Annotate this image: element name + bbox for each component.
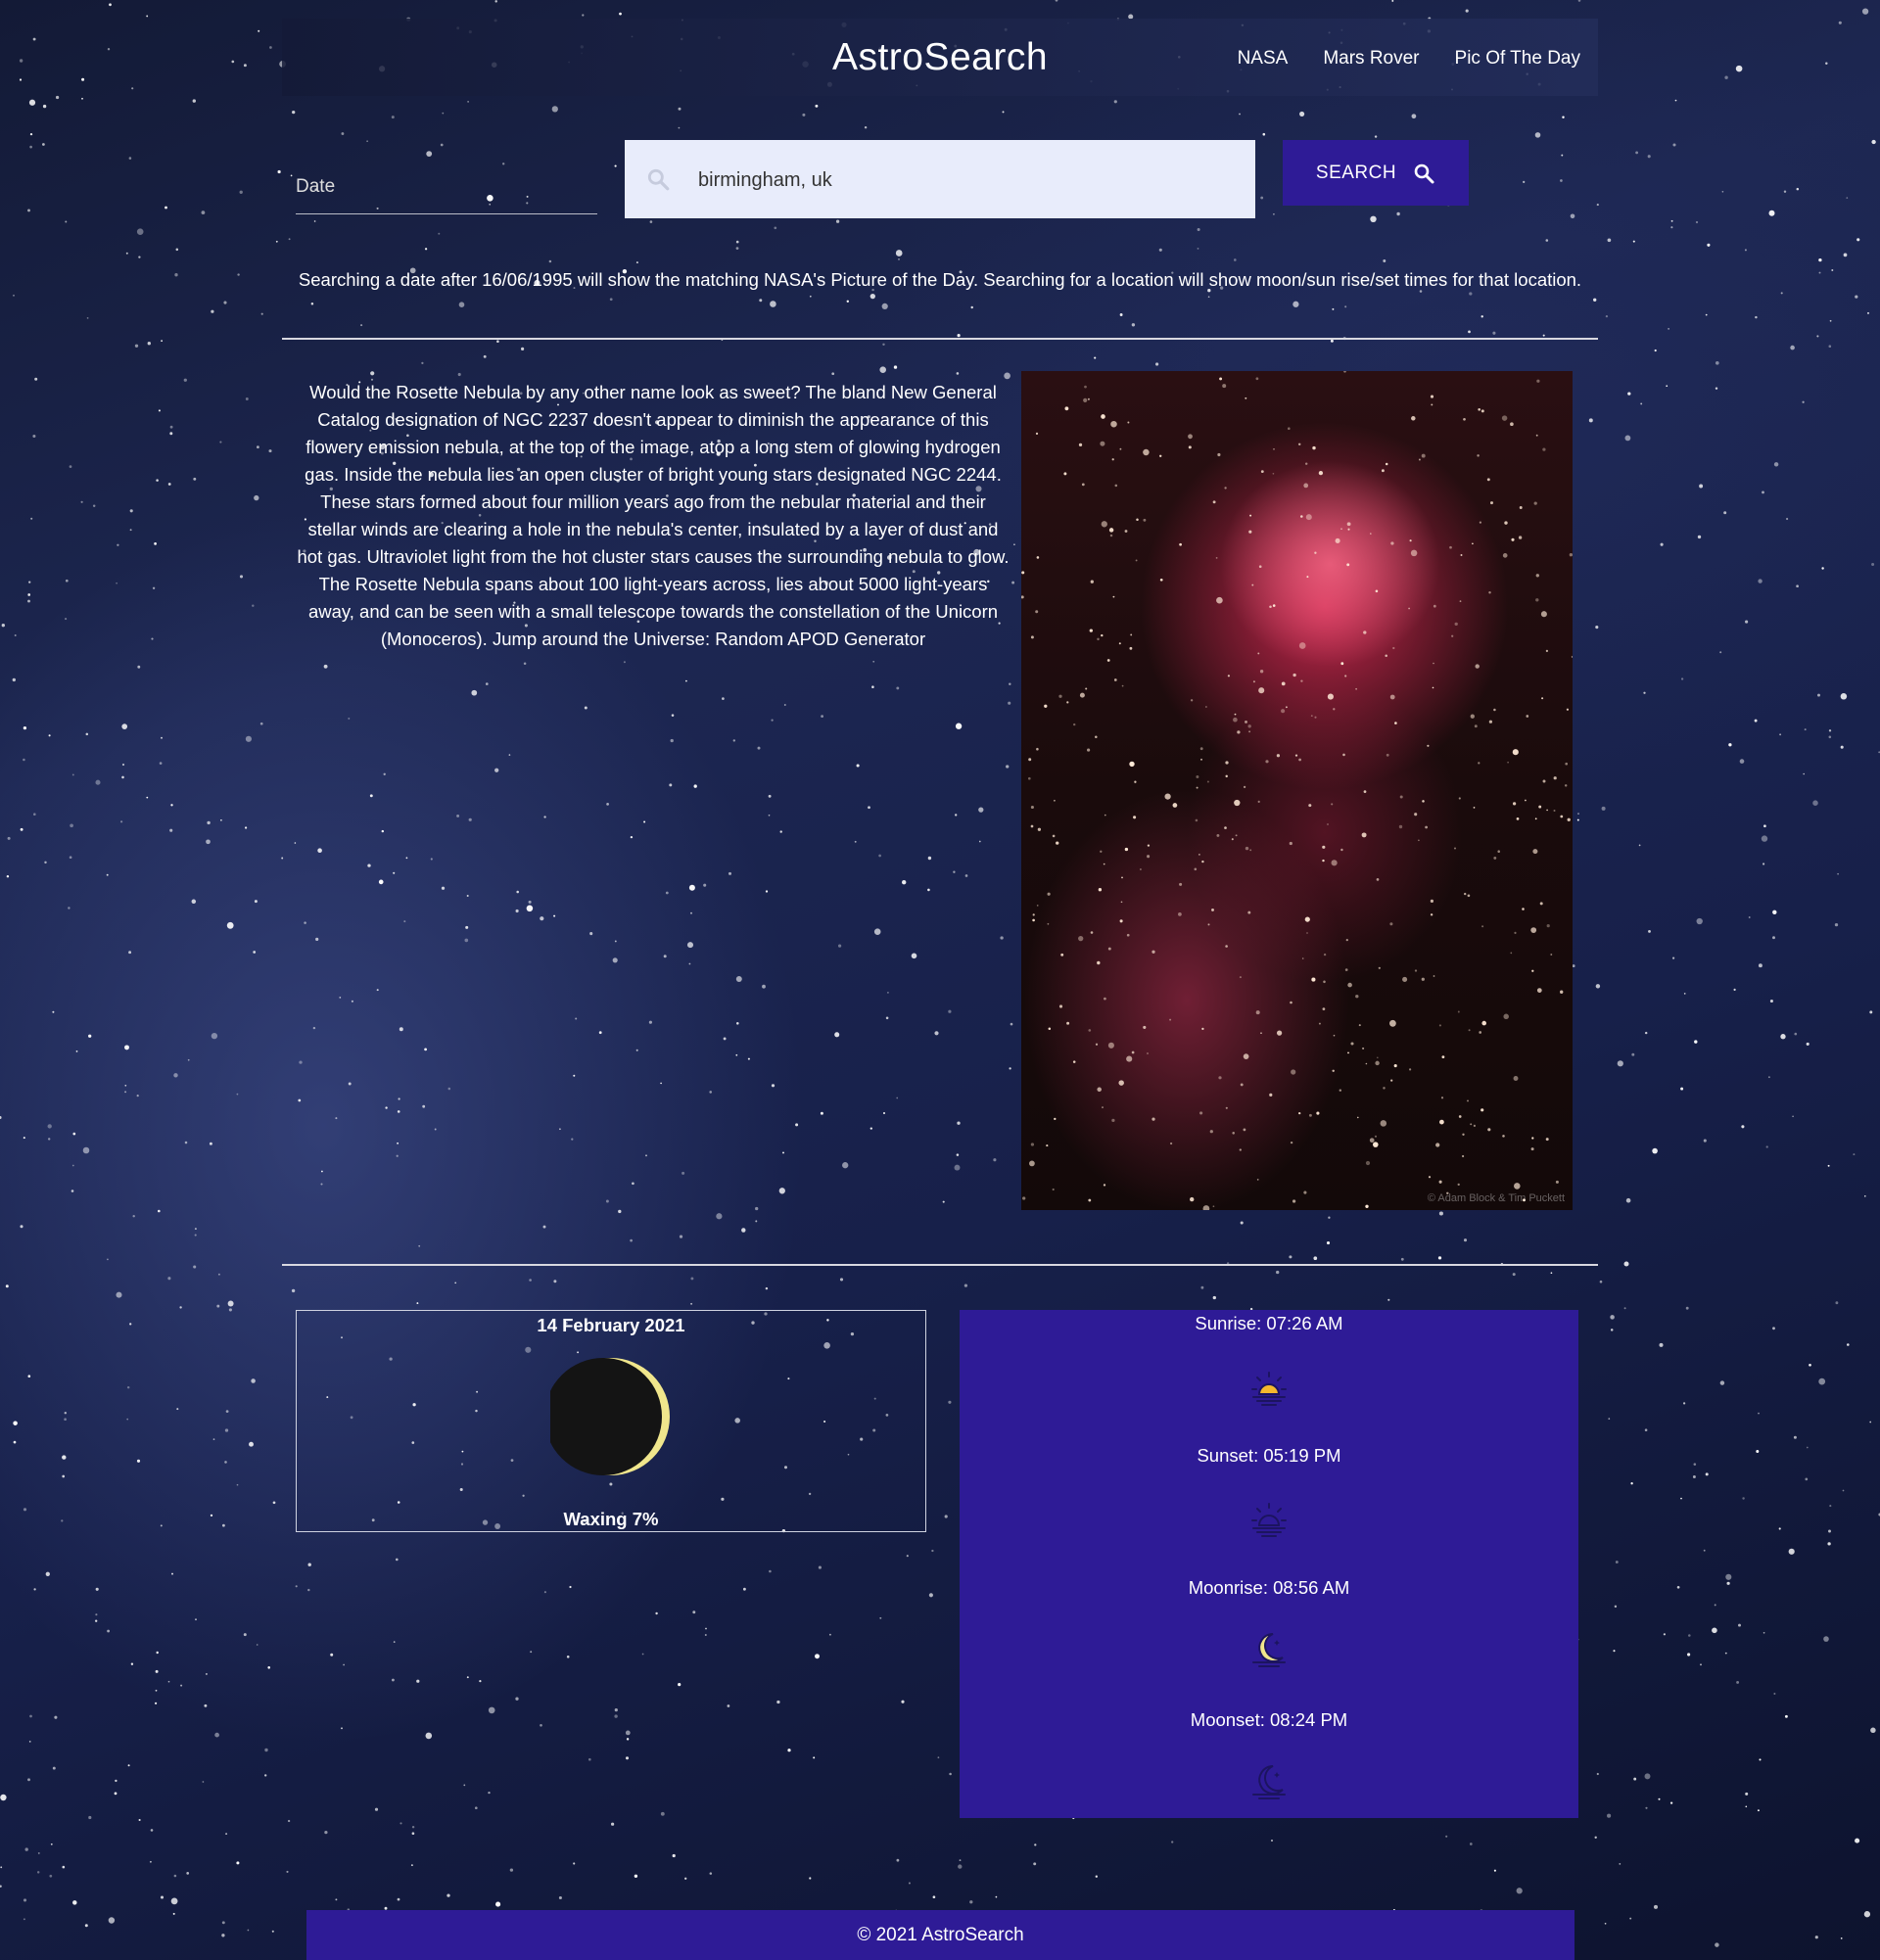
moonset-time: Moonset: 08:24 PM: [1190, 1709, 1348, 1730]
date-placeholder: Date: [296, 176, 336, 197]
nav-link-pic-of-the-day[interactable]: Pic Of The Day: [1455, 48, 1580, 70]
apod-image: © Adam Block & Tim Puckett: [1021, 371, 1573, 1210]
moonrise-icon: [1252, 1633, 1286, 1667]
search-button[interactable]: SEARCH: [1283, 140, 1469, 206]
moonset-icon: [1252, 1765, 1286, 1799]
site-footer: © 2021 AstroSearch: [306, 1910, 1574, 1960]
apod-image-credit: © Adam Block & Tim Puckett: [1427, 1192, 1565, 1204]
sunrise-time: Sunrise: 07:26 AM: [1195, 1313, 1343, 1333]
moon-phase-icon: [550, 1358, 670, 1475]
sunset-icon: [1251, 1503, 1287, 1537]
sunrise-icon: [1251, 1372, 1287, 1406]
divider: [282, 1264, 1598, 1266]
moon-date: 14 February 2021: [537, 1315, 685, 1335]
location-search-input[interactable]: birmingham, uk: [625, 140, 1255, 218]
starfield-background: [0, 0, 1880, 1959]
nebula-starfield: [1021, 371, 1573, 1210]
search-icon: [1414, 163, 1434, 183]
search-help-text: Searching a date after 16/06/1995 will s…: [298, 269, 1582, 290]
date-input[interactable]: Date: [296, 172, 597, 214]
search-button-label: SEARCH: [1315, 162, 1397, 183]
nav-link-nasa[interactable]: NASA: [1238, 48, 1289, 70]
moon-phase-card: 14 February 2021 Waxing 7%: [296, 1310, 926, 1532]
divider: [282, 338, 1598, 340]
moon-phase-label: Waxing 7%: [563, 1509, 659, 1529]
sun-moon-times-panel: Sunrise: 07:26 AM Sunset: 05:19 PM Moonr…: [960, 1310, 1578, 1818]
location-value: birmingham, uk: [698, 169, 832, 191]
moonrise-time: Moonrise: 08:56 AM: [1188, 1577, 1350, 1598]
sunset-time: Sunset: 05:19 PM: [1197, 1445, 1341, 1466]
search-icon: [647, 168, 670, 191]
site-header: AstroSearch NASA Mars Rover Pic Of The D…: [282, 19, 1598, 96]
nav-menu: NASA Mars Rover Pic Of The Day: [1238, 48, 1580, 70]
nav-link-mars-rover[interactable]: Mars Rover: [1323, 48, 1419, 70]
apod-description: Would the Rosette Nebula by any other na…: [297, 382, 1010, 649]
